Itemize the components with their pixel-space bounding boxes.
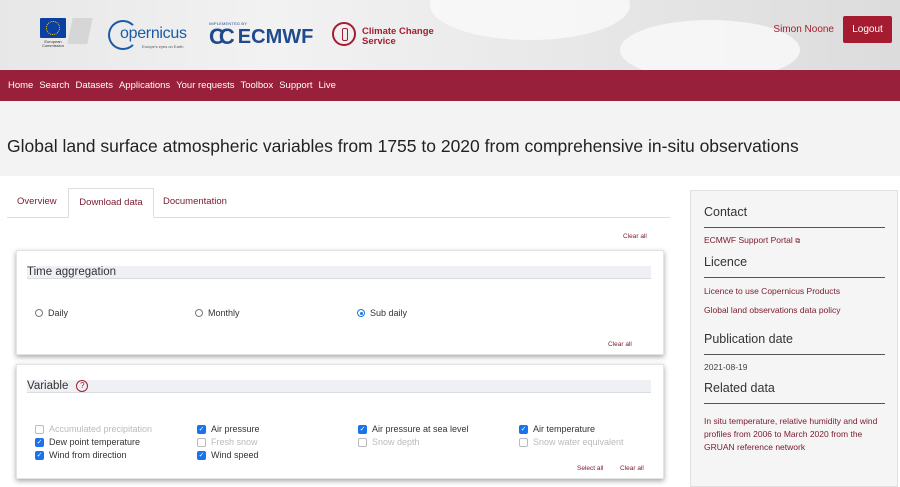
- copernicus-tagline: Europe's eyes on Earth: [142, 44, 184, 49]
- licence-heading: Licence: [704, 255, 748, 269]
- dataset-tabs: Overview Download data Documentation: [7, 188, 670, 218]
- radio-circle-icon: [35, 309, 43, 317]
- checkbox-empty-icon: [358, 437, 367, 447]
- publication-date-heading: Publication date: [704, 332, 793, 346]
- licence-link-copernicus[interactable]: Licence to use Copernicus Products: [704, 285, 888, 298]
- related-data-link[interactable]: In situ temperature, relative humidity a…: [704, 415, 888, 454]
- checkbox-label: Air pressure: [211, 424, 260, 434]
- divider: [704, 277, 885, 278]
- radio-monthly[interactable]: Monthly: [195, 308, 240, 318]
- tab-overview[interactable]: Overview: [17, 188, 57, 216]
- nav-toolbox[interactable]: Toolbox: [240, 80, 273, 91]
- external-link-icon: ⧉: [795, 238, 801, 245]
- checkbox-label: Snow water equivalent: [533, 437, 624, 447]
- time-aggregation-clear-all[interactable]: Clear all: [608, 341, 632, 348]
- nav-datasets[interactable]: Datasets: [75, 80, 113, 91]
- eu-logo-shape: [67, 18, 93, 44]
- copernicus-logo[interactable]: opernicus Europe's eyes on Earth: [108, 20, 196, 50]
- variable-select-all[interactable]: Select all: [577, 465, 603, 472]
- c3s-line-2: Service: [362, 36, 396, 47]
- radio-daily[interactable]: Daily: [35, 308, 68, 318]
- header-cloud-decoration: [430, 0, 630, 40]
- variable-clear-all[interactable]: Clear all: [620, 465, 644, 472]
- checkbox-label: Air pressure at sea level: [372, 424, 469, 434]
- nav-your-requests[interactable]: Your requests: [176, 80, 234, 91]
- tab-documentation[interactable]: Documentation: [163, 188, 233, 216]
- divider: [704, 354, 885, 355]
- checkmark-icon: ✓: [35, 450, 44, 460]
- checkbox-fresh-snow: Fresh snow: [197, 437, 258, 447]
- nav-live[interactable]: Live: [319, 80, 336, 91]
- user-name-link[interactable]: Simon Noone: [773, 24, 834, 35]
- divider: [704, 403, 885, 404]
- checkmark-icon: ✓: [35, 437, 44, 447]
- variable-panel: Variable? Accumulated precipitation ✓ Air…: [16, 364, 664, 479]
- ecmwf-support-portal-link[interactable]: ECMWF Support Portal ⧉: [704, 234, 888, 248]
- checkbox-empty-icon: [35, 424, 44, 434]
- checkbox-air-pressure-sea-level[interactable]: ✓ Air pressure at sea level: [358, 424, 469, 434]
- copernicus-wordmark: opernicus: [120, 25, 187, 42]
- main-nav: Home Search Datasets Applications Your r…: [0, 70, 900, 101]
- tab-download-data[interactable]: Download data: [68, 188, 154, 218]
- checkbox-snow-water-equivalent: Snow water equivalent: [519, 437, 624, 447]
- checkmark-icon: ✓: [519, 424, 528, 434]
- variable-heading: Variable?: [27, 380, 651, 393]
- nav-support[interactable]: Support: [279, 80, 312, 91]
- time-aggregation-heading: Time aggregation: [27, 266, 651, 279]
- checkmark-icon: ✓: [358, 424, 367, 434]
- checkbox-label: Accumulated precipitation: [49, 424, 153, 434]
- checkbox-label: Wind speed: [211, 450, 259, 460]
- checkbox-label: Snow depth: [372, 437, 420, 447]
- checkbox-snow-depth: Snow depth: [358, 437, 420, 447]
- help-icon[interactable]: ?: [76, 380, 89, 392]
- checkbox-wind-from-direction[interactable]: ✓ Wind from direction: [35, 450, 127, 460]
- checkbox-air-temperature[interactable]: ✓ Air temperature: [519, 424, 595, 434]
- related-data-heading: Related data: [704, 381, 775, 395]
- checkbox-label: Air temperature: [533, 424, 596, 434]
- radio-sub-daily[interactable]: Sub daily: [357, 308, 407, 318]
- checkbox-accumulated-precipitation: Accumulated precipitation: [35, 424, 152, 434]
- site-header: European Commission opernicus Europe's e…: [0, 0, 900, 80]
- eu-flag-logo[interactable]: [40, 18, 66, 38]
- checkbox-dew-point-temperature[interactable]: ✓ Dew point temperature: [35, 437, 140, 447]
- radio-label: Daily: [48, 308, 69, 318]
- radio-label: Sub daily: [370, 308, 408, 318]
- eu-stars-icon: [46, 21, 60, 35]
- variable-heading-text: Variable: [27, 380, 69, 393]
- divider: [704, 227, 885, 228]
- contact-heading: Contact: [704, 205, 748, 219]
- checkmark-icon: ✓: [197, 424, 206, 434]
- checkbox-label: Dew point temperature: [49, 437, 141, 447]
- licence-link-data-policy[interactable]: Global land observations data policy: [704, 304, 888, 317]
- c3s-logo-text[interactable]: Climate Change Service: [362, 27, 434, 47]
- checkbox-empty-icon: [197, 437, 206, 447]
- time-aggregation-panel: Time aggregation Daily Monthly Sub daily…: [16, 250, 664, 355]
- clear-all-link[interactable]: Clear all: [623, 233, 647, 240]
- link-text: ECMWF Support Portal: [704, 235, 793, 245]
- checkbox-empty-icon: [519, 437, 528, 447]
- checkbox-wind-speed[interactable]: ✓ Wind speed: [197, 450, 259, 460]
- ecmwf-wordmark: ECMWF: [237, 25, 314, 48]
- ecmwf-logo[interactable]: CC ECMWF: [209, 24, 314, 49]
- logout-button[interactable]: Logout: [843, 16, 892, 43]
- nav-search[interactable]: Search: [39, 80, 69, 91]
- eu-logo-text: European Commission: [41, 39, 64, 48]
- radio-label: Monthly: [208, 308, 240, 318]
- radio-circle-icon: [195, 309, 203, 317]
- ecmwf-mark-icon: CC: [209, 24, 235, 49]
- checkbox-label: Wind from direction: [49, 450, 127, 460]
- nav-home[interactable]: Home: [8, 80, 33, 91]
- checkbox-label: Fresh snow: [211, 437, 258, 447]
- page-title: Global land surface atmospheric variable…: [7, 136, 799, 156]
- publication-date-value: 2021-08-19: [704, 362, 748, 372]
- checkmark-icon: ✓: [197, 450, 206, 460]
- checkbox-air-pressure[interactable]: ✓ Air pressure: [197, 424, 260, 434]
- nav-applications[interactable]: Applications: [119, 80, 170, 91]
- c3s-thermometer-icon: [332, 22, 356, 46]
- radio-selected-icon: [357, 309, 365, 317]
